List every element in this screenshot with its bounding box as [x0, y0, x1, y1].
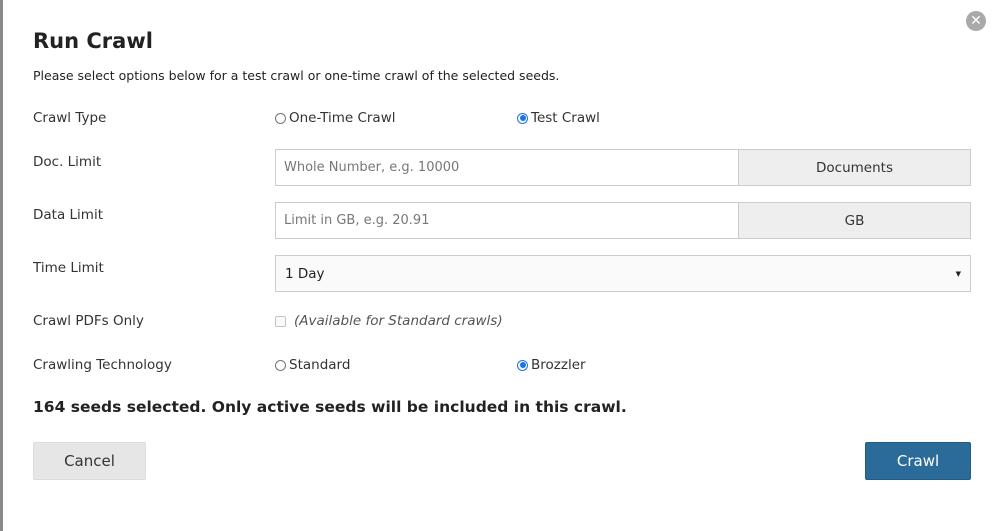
crawl-type-label: Crawl Type: [33, 110, 107, 126]
time-limit-select[interactable]: 1 Day ▼: [275, 255, 971, 292]
pdfs-only-note: (Available for Standard crawls): [294, 313, 503, 329]
dialog-title: Run Crawl: [33, 29, 153, 53]
radio-one-time-crawl[interactable]: One-Time Crawl: [275, 110, 396, 126]
crawling-technology-label: Crawling Technology: [33, 357, 172, 373]
radio-button-checked-icon[interactable]: [517, 112, 528, 124]
time-limit-value: 1 Day: [285, 265, 325, 282]
radio-button-icon[interactable]: [275, 359, 286, 371]
radio-brozzler[interactable]: Brozzler: [517, 357, 586, 373]
data-limit-group: GB: [275, 202, 971, 239]
caret-down-icon: ▼: [955, 269, 961, 278]
radio-button-checked-icon[interactable]: [517, 359, 528, 371]
data-limit-label: Data Limit: [33, 207, 103, 223]
doc-limit-label: Doc. Limit: [33, 154, 102, 170]
seeds-summary: 164 seeds selected. Only active seeds wi…: [33, 398, 627, 416]
doc-limit-unit: Documents: [738, 149, 971, 186]
radio-label: Standard: [289, 357, 351, 373]
close-icon[interactable]: ✕: [966, 11, 986, 31]
dialog-subtitle: Please select options below for a test c…: [33, 68, 560, 83]
radio-button-icon[interactable]: [275, 112, 286, 124]
time-limit-label: Time Limit: [33, 260, 104, 276]
radio-label: Brozzler: [531, 357, 586, 373]
doc-limit-input[interactable]: [275, 149, 738, 186]
pdfs-only-checkbox-group: (Available for Standard crawls): [275, 313, 503, 329]
radio-standard[interactable]: Standard: [275, 357, 350, 373]
radio-label: One-Time Crawl: [289, 110, 396, 126]
radio-test-crawl[interactable]: Test Crawl: [517, 110, 600, 126]
doc-limit-group: Documents: [275, 149, 971, 186]
pdfs-only-checkbox[interactable]: [275, 315, 286, 327]
crawl-button[interactable]: Crawl: [865, 442, 971, 480]
data-limit-input[interactable]: [275, 202, 738, 239]
data-limit-unit: GB: [738, 202, 971, 239]
pdfs-only-label: Crawl PDFs Only: [33, 313, 144, 329]
cancel-button[interactable]: Cancel: [33, 442, 146, 480]
radio-label: Test Crawl: [531, 110, 600, 126]
